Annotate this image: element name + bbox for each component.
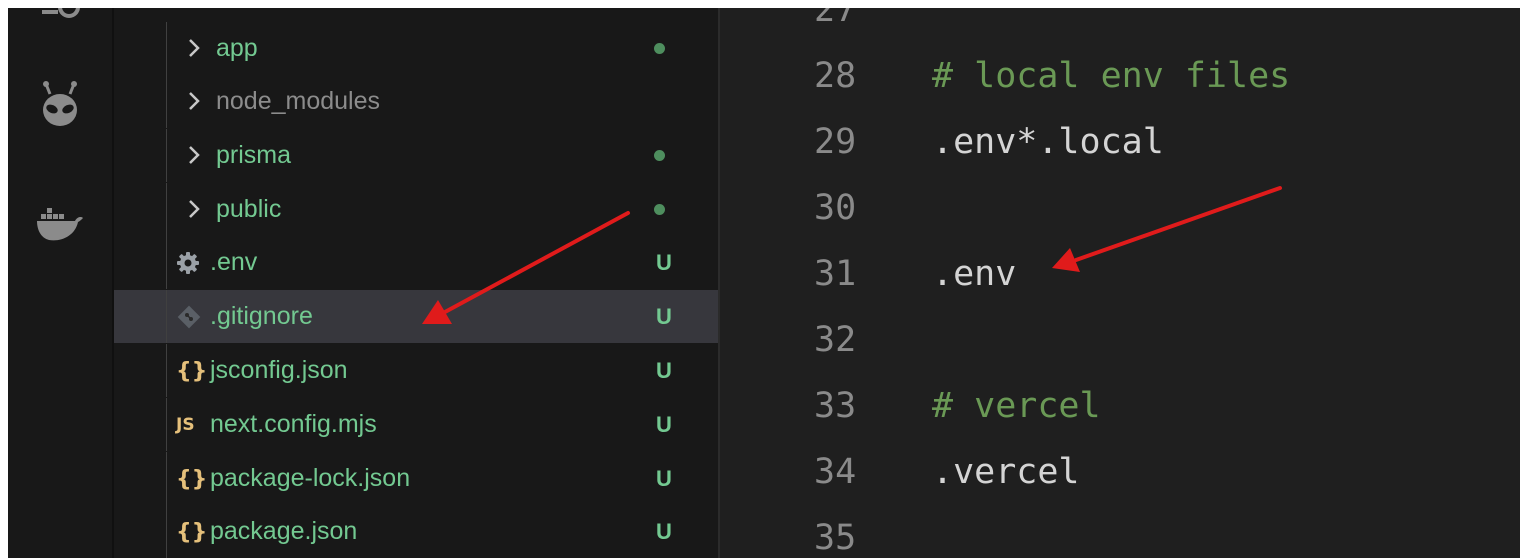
untracked-badge: U xyxy=(656,250,672,275)
code-comment: # vercel xyxy=(932,386,1101,426)
source-control-icon[interactable] xyxy=(8,8,112,28)
code-editor[interactable]: 27 28 # local env files 29 .env*.local 3… xyxy=(720,8,1520,558)
tree-item-prisma[interactable]: prisma xyxy=(114,129,718,182)
indent-guide xyxy=(166,129,167,182)
untracked-badge: U xyxy=(656,304,672,329)
tree-item-app[interactable]: app xyxy=(114,22,718,75)
indent-guide xyxy=(166,75,167,128)
tree-item-label: package-lock.json xyxy=(210,464,411,492)
tree-item-label: .env xyxy=(210,248,258,276)
vscode-window: app node_modules prisma public .env U .g… xyxy=(8,8,1520,558)
json-braces-icon: {} xyxy=(176,358,208,384)
untracked-badge: U xyxy=(656,519,672,544)
untracked-badge: U xyxy=(656,412,672,437)
indent-guide xyxy=(166,398,167,451)
javascript-icon: JS xyxy=(176,415,195,435)
indent-guide xyxy=(166,183,167,236)
code-line: 30 xyxy=(720,178,1520,238)
tree-item-label: node_modules xyxy=(216,87,381,115)
line-number: 29 xyxy=(814,122,857,162)
indent-guide xyxy=(166,505,167,558)
tree-item-label: app xyxy=(216,34,258,62)
code-line: 32 xyxy=(720,310,1520,370)
chevron-right-icon[interactable] xyxy=(184,141,206,169)
explorer-panel: app node_modules prisma public .env U .g… xyxy=(114,8,718,558)
tree-item-package-lock[interactable]: {} package-lock.json U xyxy=(114,452,718,505)
chevron-right-icon[interactable] xyxy=(184,195,206,223)
line-number: 34 xyxy=(814,452,857,492)
tree-item-label: public xyxy=(216,195,282,223)
code-line: 27 xyxy=(720,8,1520,40)
code-line: 28 # local env files xyxy=(720,46,1520,106)
indent-guide xyxy=(166,236,167,289)
code-comment: # local env files xyxy=(932,56,1291,96)
line-number: 28 xyxy=(814,56,857,96)
alien-extension-icon[interactable] xyxy=(8,80,112,130)
indent-guide xyxy=(166,290,167,343)
code-text: .env*.local xyxy=(932,122,1164,162)
line-number: 30 xyxy=(814,188,857,228)
untracked-badge: U xyxy=(656,466,672,491)
tree-item-label: .gitignore xyxy=(210,302,313,330)
tree-item-label: next.config.mjs xyxy=(210,410,377,438)
code-line: 34 .vercel xyxy=(720,442,1520,502)
indent-guide xyxy=(166,22,167,75)
code-line: 29 .env*.local xyxy=(720,112,1520,172)
line-number: 32 xyxy=(814,320,857,360)
line-number: 31 xyxy=(814,254,857,294)
code-text: .vercel xyxy=(932,452,1080,492)
line-number: 27 xyxy=(814,8,857,30)
tree-item-next-config[interactable]: JS next.config.mjs U xyxy=(114,398,718,451)
docker-whale-icon[interactable] xyxy=(8,202,112,246)
indent-guide xyxy=(166,344,167,397)
modified-dot xyxy=(654,43,665,54)
modified-dot xyxy=(654,150,665,161)
code-line: 35 xyxy=(720,508,1520,558)
tree-item-env[interactable]: .env U xyxy=(114,236,718,289)
code-line: 33 # vercel xyxy=(720,376,1520,436)
untracked-badge: U xyxy=(656,358,672,383)
line-number: 33 xyxy=(814,386,857,426)
tree-item-gitignore[interactable]: .gitignore U xyxy=(114,290,718,343)
tree-item-node-modules[interactable]: node_modules xyxy=(114,75,718,128)
json-braces-icon: {} xyxy=(176,519,208,545)
gear-icon xyxy=(176,249,206,277)
line-number: 35 xyxy=(814,518,857,558)
tree-item-label: package.json xyxy=(210,517,358,545)
chevron-right-icon[interactable] xyxy=(184,34,206,62)
git-diamond-icon xyxy=(176,303,206,331)
activity-bar xyxy=(8,8,112,558)
tree-item-public[interactable]: public xyxy=(114,183,718,236)
json-braces-icon: {} xyxy=(176,466,208,492)
chevron-right-icon[interactable] xyxy=(184,87,206,115)
tree-item-jsconfig[interactable]: {} jsconfig.json U xyxy=(114,344,718,397)
modified-dot xyxy=(654,204,665,215)
tree-item-label: prisma xyxy=(216,141,292,169)
tree-item-package-json[interactable]: {} package.json U xyxy=(114,505,718,558)
code-text: .env xyxy=(932,254,1017,294)
tree-item-label: jsconfig.json xyxy=(210,356,348,384)
code-line: 31 .env xyxy=(720,244,1520,304)
indent-guide xyxy=(166,452,167,505)
